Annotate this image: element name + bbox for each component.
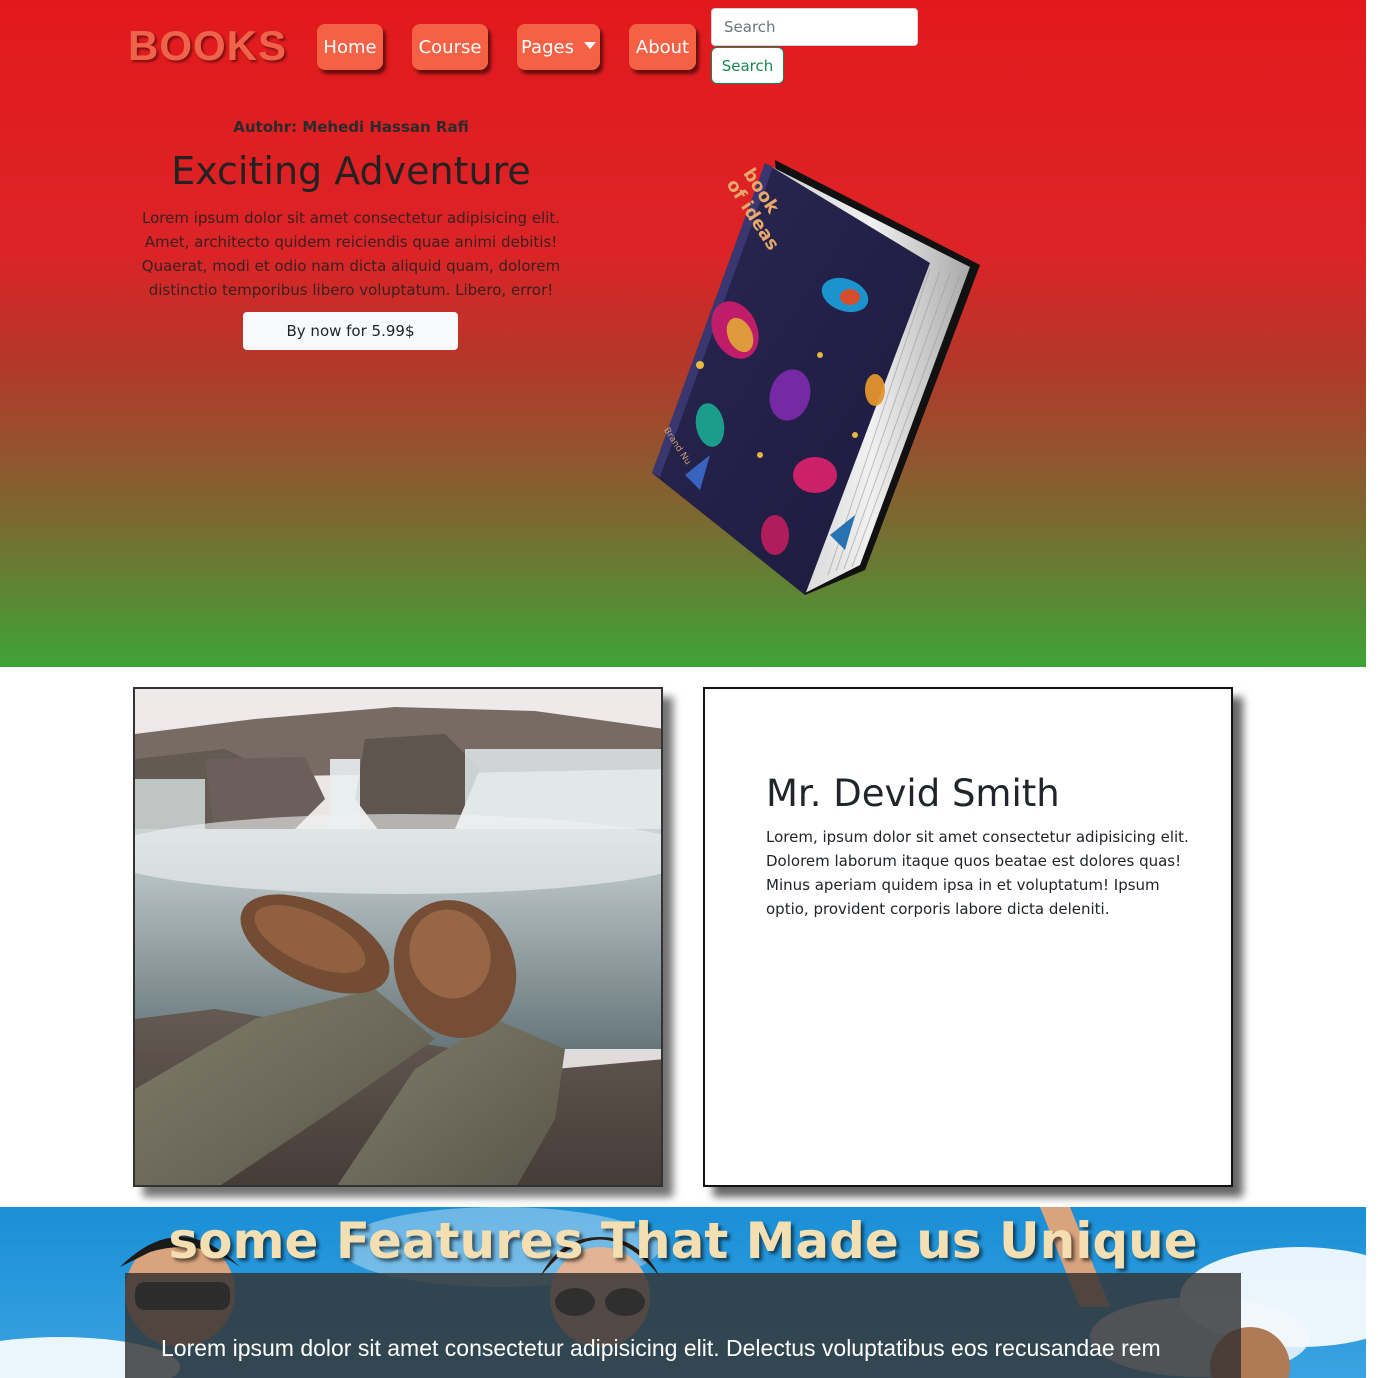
hero-title: Exciting Adventure [171,149,531,193]
brand-logo[interactable]: BOOKS [128,22,287,70]
hero-description: Lorem ipsum dolor sit amet consectetur a… [141,209,561,299]
features-text-box: Lorem ipsum dolor sit amet consectetur a… [125,1273,1241,1378]
features-section: some Features That Made us Unique Lorem … [0,1207,1366,1378]
hero-section: BOOKS Home Course Pages About Search Aut… [0,0,1366,667]
hero-author: Autohr: Mehedi Hassan Rafi [233,118,469,136]
nav-pages-dropdown[interactable]: Pages [517,24,600,70]
chevron-down-icon [583,41,596,49]
waterfall-photo-image [135,689,661,1185]
profile-bio: Lorem, ipsum dolor sit amet consectetur … [766,828,1189,918]
features-title: some Features That Made us Unique [168,1212,1198,1270]
nav-course-label: Course [418,36,482,58]
hero-text-block: Autohr: Mehedi Hassan Rafi Exciting Adve… [118,116,584,302]
buy-now-button[interactable]: By now for 5.99$ [243,312,458,350]
features-description: Lorem ipsum dolor sit amet consectetur a… [161,1335,1161,1361]
travel-photo [133,687,663,1187]
nav-about-label: About [635,36,690,58]
search-input[interactable] [711,8,918,46]
nav-pages-label: Pages [521,36,574,58]
nav-home-button[interactable]: Home [317,24,383,70]
profile-name: Mr. Devid Smith [766,772,1060,815]
book-cover-image: book of ideas Brand Nu [652,160,980,595]
search-button[interactable]: Search [711,47,784,84]
nav-home-label: Home [323,36,377,58]
profile-card: Mr. Devid Smith Lorem, ipsum dolor sit a… [703,687,1233,1187]
nav-about-button[interactable]: About [629,24,696,70]
nav-course-button[interactable]: Course [412,24,488,70]
